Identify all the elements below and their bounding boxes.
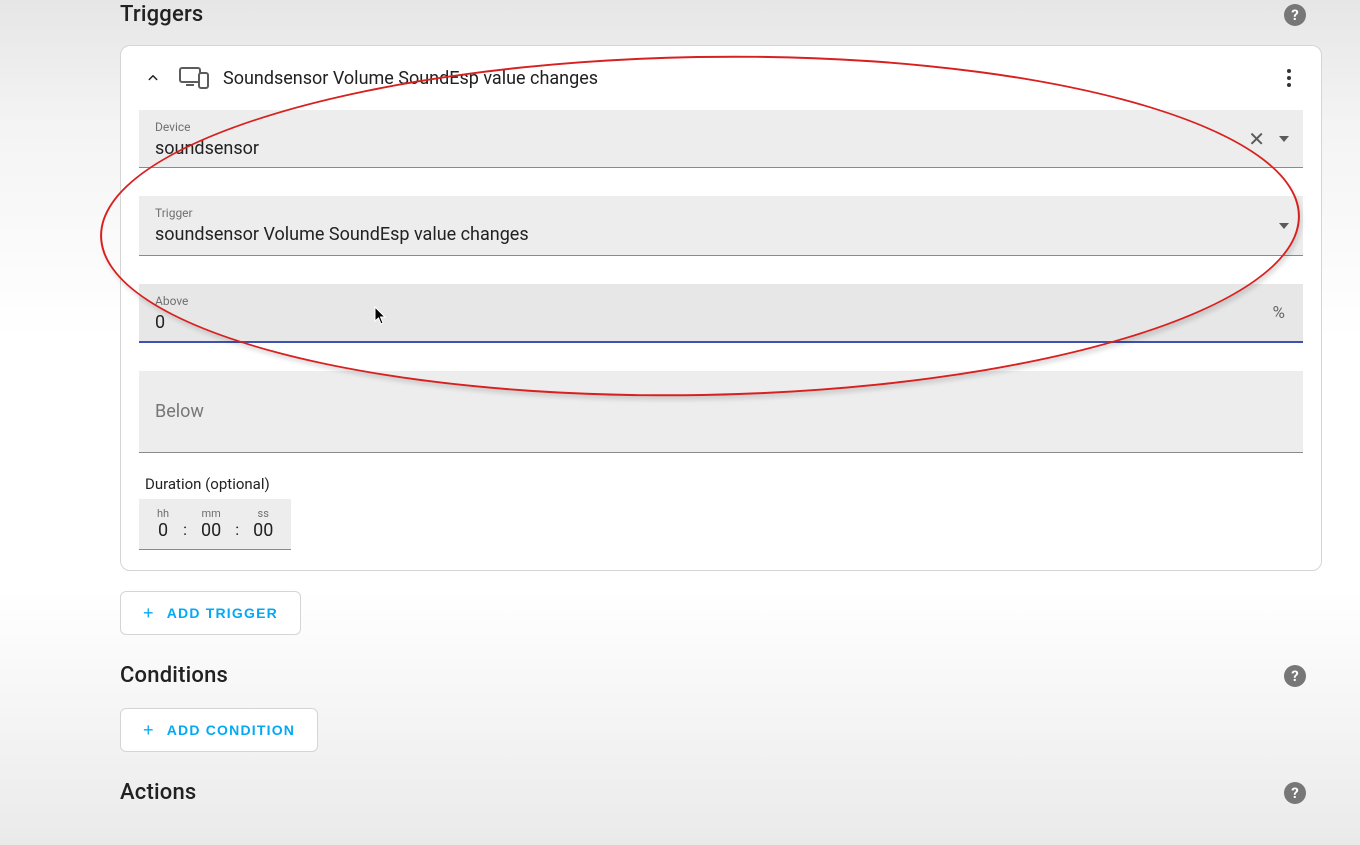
trigger-value: soundsensor Volume SoundEsp value change… bbox=[155, 220, 1287, 247]
device-icon bbox=[179, 67, 209, 89]
duration-label: Duration (optional) bbox=[145, 475, 1303, 493]
mm-value[interactable]: 00 bbox=[201, 520, 221, 541]
collapse-icon[interactable] bbox=[141, 66, 165, 90]
dropdown-icon[interactable] bbox=[1279, 223, 1289, 229]
trigger-title: Soundsensor Volume SoundEsp value change… bbox=[223, 68, 1263, 89]
above-suffix: % bbox=[1273, 303, 1285, 323]
trigger-label: Trigger bbox=[155, 206, 1287, 220]
add-trigger-label: ADD TRIGGER bbox=[167, 605, 278, 621]
ss-value[interactable]: 00 bbox=[253, 520, 273, 541]
trigger-card: Soundsensor Volume SoundEsp value change… bbox=[120, 45, 1322, 571]
below-label: Below bbox=[155, 393, 1287, 430]
conditions-heading: Conditions bbox=[120, 663, 228, 688]
above-label: Above bbox=[155, 294, 1287, 308]
plus-icon: + bbox=[143, 721, 155, 739]
device-field[interactable]: Device ✕ bbox=[139, 110, 1303, 168]
kebab-menu-icon[interactable] bbox=[1277, 66, 1301, 90]
add-condition-label: ADD CONDITION bbox=[167, 722, 295, 738]
help-icon[interactable]: ? bbox=[1284, 782, 1306, 804]
clear-icon[interactable]: ✕ bbox=[1248, 129, 1265, 149]
triggers-heading: Triggers bbox=[120, 2, 203, 27]
add-trigger-button[interactable]: + ADD TRIGGER bbox=[120, 591, 301, 635]
actions-heading: Actions bbox=[120, 780, 196, 805]
hh-label: hh bbox=[157, 507, 169, 520]
trigger-field[interactable]: Trigger soundsensor Volume SoundEsp valu… bbox=[139, 196, 1303, 256]
plus-icon: + bbox=[143, 604, 155, 622]
help-icon[interactable]: ? bbox=[1284, 665, 1306, 687]
dropdown-icon[interactable] bbox=[1279, 136, 1289, 142]
mm-label: mm bbox=[201, 507, 221, 520]
help-icon[interactable]: ? bbox=[1284, 4, 1306, 26]
above-input[interactable] bbox=[155, 308, 1287, 333]
above-field[interactable]: Above % bbox=[139, 284, 1303, 343]
hh-value[interactable]: 0 bbox=[157, 520, 169, 541]
duration-input[interactable]: hh 0 : mm 00 : ss 00 bbox=[139, 499, 291, 550]
below-field[interactable]: Below bbox=[139, 371, 1303, 453]
device-label: Device bbox=[155, 120, 1287, 134]
ss-label: ss bbox=[253, 507, 273, 520]
device-input[interactable] bbox=[155, 134, 1287, 159]
add-condition-button[interactable]: + ADD CONDITION bbox=[120, 708, 318, 752]
